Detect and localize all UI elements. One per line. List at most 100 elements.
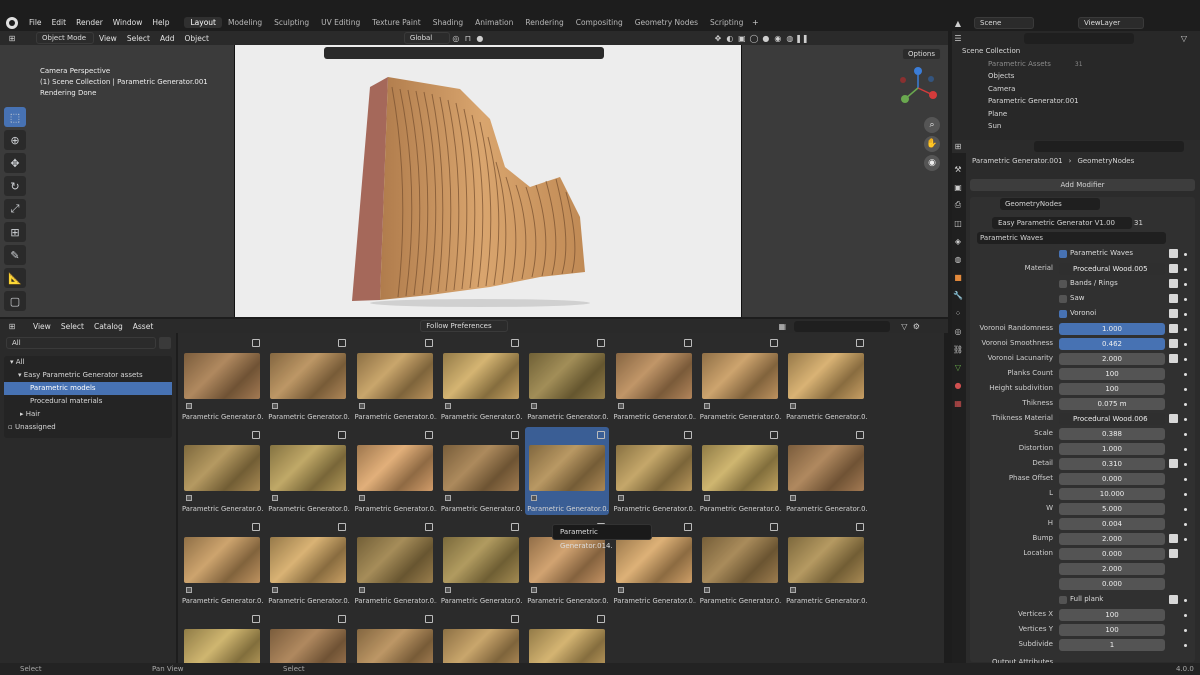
import-method-select[interactable]: Follow Preferences [420,320,509,332]
overlay-icon[interactable]: ◐ [724,32,736,44]
keyframe-dot-icon[interactable] [1184,253,1187,256]
scale-tool-icon[interactable]: ⤢ [4,199,26,219]
keyframe-dot-icon[interactable] [1184,328,1187,331]
section-field[interactable]: Parametric Waves [977,232,1166,244]
menu-window[interactable]: Window [108,18,148,27]
asset-edit-icon[interactable] [769,339,778,347]
material-field[interactable]: Procedural Wood.005 [1059,263,1165,275]
thickness-material-field[interactable]: Procedural Wood.006 [1059,413,1165,425]
shading-material-icon[interactable]: ◉ [772,32,784,44]
viewport-menu-view[interactable]: View [94,34,122,43]
asset-checkbox-icon[interactable] [531,403,538,409]
particles-tab-icon[interactable]: ⁘ [952,307,964,319]
asset-edit-icon[interactable] [683,523,692,531]
property-value-field[interactable]: 2.000 [1059,533,1165,545]
outliner-item-parametric-assets[interactable]: Parametric Assets 31 [952,58,1200,71]
add-workspace-icon[interactable]: + [749,17,761,29]
proportional-edit-icon[interactable]: ● [474,32,486,44]
scene-tab-icon[interactable]: ◈ [952,235,964,247]
node-socket-icon[interactable] [1169,264,1178,273]
filter-icon[interactable]: ▽ [898,320,910,332]
asset-tile[interactable]: Parametric Generator.0... [525,335,609,423]
asset-checkbox-icon[interactable] [531,587,538,593]
asset-checkbox-icon[interactable] [790,403,797,409]
physics-tab-icon[interactable]: ◎ [952,325,964,337]
mode-select[interactable]: Object Mode [36,32,94,44]
annotate-tool-icon[interactable]: ✎ [4,245,26,265]
asset-checkbox-icon[interactable] [358,587,365,593]
keyframe-dot-icon[interactable] [1184,403,1187,406]
tree-item-hair[interactable]: ▸ Hair [4,408,172,421]
asset-menu-select[interactable]: Select [56,322,89,331]
keyframe-dot-icon[interactable] [1184,268,1187,271]
tree-item-parametric-models[interactable]: Parametric models [4,382,172,395]
asset-checkbox-icon[interactable] [790,495,797,501]
node-socket-icon[interactable] [1169,534,1178,543]
texture-tab-icon[interactable]: ▦ [952,397,964,409]
keyframe-dot-icon[interactable] [1184,298,1187,301]
asset-edit-icon[interactable] [769,431,778,439]
viewlayer-select[interactable]: ViewLayer [1078,17,1144,29]
keyframe-dot-icon[interactable] [1184,538,1187,541]
transform-orientation[interactable]: Global [403,32,450,44]
checkbox[interactable] [1059,295,1067,303]
asset-tile[interactable] [180,611,264,663]
asset-search-input[interactable] [794,320,891,332]
keyframe-dot-icon[interactable] [1184,644,1187,647]
asset-tile[interactable] [439,611,523,663]
checkbox[interactable] [1059,250,1067,258]
asset-tile[interactable]: Parametric Generator.0... [353,519,437,607]
asset-edit-icon[interactable] [338,523,347,531]
node-socket-icon[interactable] [1169,414,1178,423]
asset-checkbox-icon[interactable] [617,495,624,501]
property-value-field[interactable]: 0.004 [1059,518,1165,530]
property-value-field[interactable]: 0.000 [1059,473,1165,485]
asset-edit-icon[interactable] [597,339,606,347]
asset-edit-icon[interactable] [597,431,606,439]
checkbox[interactable] [1059,280,1067,288]
asset-edit-icon[interactable] [510,523,519,531]
asset-checkbox-icon[interactable] [703,495,710,501]
property-value-field[interactable]: 1.000 [1059,323,1165,335]
tab-animation[interactable]: Animation [469,17,519,28]
asset-tile[interactable]: Parametric Generator.0... [784,427,868,515]
keyframe-dot-icon[interactable] [1184,388,1187,391]
asset-edit-icon[interactable] [252,615,260,623]
asset-checkbox-icon[interactable] [790,587,797,593]
asset-tile[interactable]: Parametric Generator.0... [439,519,523,607]
xray-icon[interactable]: ▣ [736,32,748,44]
asset-checkbox-icon[interactable] [358,495,365,501]
property-value-field[interactable]: 1.000 [1059,443,1165,455]
render-tab-icon[interactable]: ▣ [952,181,964,193]
asset-checkbox-icon[interactable] [444,403,451,409]
keyframe-dot-icon[interactable] [1184,418,1187,421]
tab-layout[interactable]: Layout [184,17,222,28]
shading-rendered-icon[interactable]: ◍ [784,32,796,44]
viewport-menu-add[interactable]: Add [155,34,180,43]
outliner-item-parametric-generator[interactable]: Parametric Generator.001 [952,95,1200,108]
tab-modeling[interactable]: Modeling [222,17,268,28]
asset-tile[interactable]: Parametric Generator.0... [612,335,696,423]
keyframe-dot-icon[interactable] [1184,493,1187,496]
asset-checkbox-icon[interactable] [272,403,279,409]
asset-edit-icon[interactable] [510,431,519,439]
shading-solid-icon[interactable]: ● [760,32,772,44]
outliner-item-objects[interactable]: Objects [952,70,1200,83]
property-value-field[interactable]: 10.000 [1059,488,1165,500]
outliner-type-icon[interactable]: ☰ [952,32,964,44]
add-cube-tool-icon[interactable]: ▢ [4,291,26,311]
output-tab-icon[interactable]: ⎙ [952,199,964,211]
modifier-name-field[interactable]: GeometryNodes [1000,198,1100,210]
gizmo-icon[interactable]: ✥ [712,32,724,44]
asset-tile[interactable]: Parametric Generator.0... [266,519,350,607]
asset-edit-icon[interactable] [424,523,433,531]
measure-tool-icon[interactable]: 📐 [4,268,26,288]
asset-edit-icon[interactable] [252,339,260,347]
constraints-tab-icon[interactable]: ⛓ [952,343,964,355]
refresh-icon[interactable] [159,337,171,349]
asset-tile[interactable] [353,611,437,663]
menu-file[interactable]: File [24,18,47,27]
node-socket-icon[interactable] [1169,324,1178,333]
asset-checkbox-icon[interactable] [444,587,451,593]
asset-checkbox-icon[interactable] [703,403,710,409]
